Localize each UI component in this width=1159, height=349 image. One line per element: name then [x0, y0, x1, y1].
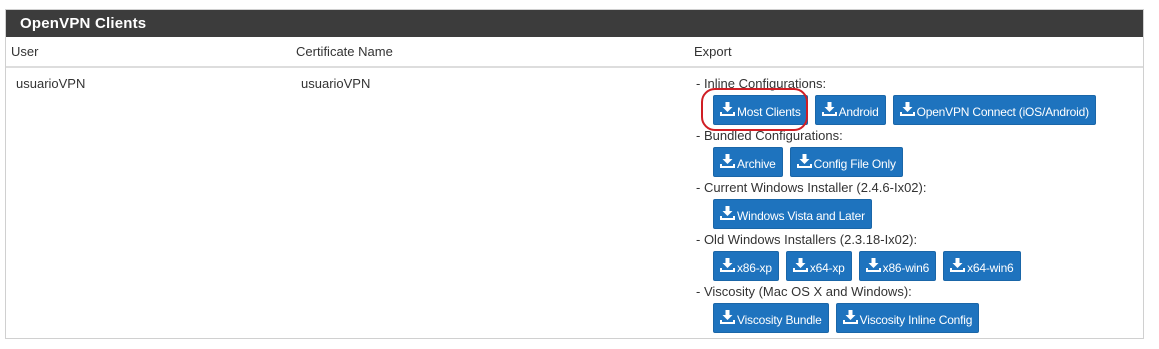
windows-vista-button[interactable]: Windows Vista and Later: [713, 199, 872, 229]
x86-win6-button[interactable]: x86-win6: [858, 251, 937, 283]
download-icon: [720, 149, 735, 179]
table-header: User Certificate Name Export: [6, 37, 1143, 68]
download-icon: [720, 201, 735, 231]
inline-config-buttons: Most Clients Android OpenVPN Connect (iOS/…: [696, 95, 1136, 129]
download-icon: [865, 253, 881, 283]
user-cell: usuarioVPN: [16, 76, 86, 91]
most-clients-button[interactable]: Most Clients: [713, 95, 808, 125]
download-icon: [720, 97, 735, 127]
old-windows-installers-buttons: x86-xp x64-xp x86-win6 x64-win6: [696, 251, 1136, 285]
viscosity-inline-config-button[interactable]: Viscosity Inline Config: [835, 303, 980, 335]
inline-config-label: - Inline Configurations:: [696, 76, 827, 91]
bundled-config-label: - Bundled Configurations:: [696, 128, 843, 143]
download-icon: [720, 305, 735, 335]
download-icon: [792, 253, 808, 283]
current-windows-installer-label: - Current Windows Installer (2.4.6-Ix02)…: [696, 180, 927, 195]
openvpn-clients-panel: OpenVPN Clients User Certificate Name Ex…: [5, 9, 1144, 339]
viscosity-bundle-button[interactable]: Viscosity Bundle: [713, 303, 829, 333]
openvpn-connect-button[interactable]: OpenVPN Connect (iOS/Android): [892, 95, 1096, 127]
x64-win6-button[interactable]: x64-win6: [943, 251, 1021, 283]
download-icon: [899, 97, 915, 127]
certificate-cell: usuarioVPN: [301, 76, 371, 91]
export-cell: - Inline Configurations: Most Clients And…: [696, 77, 1136, 337]
column-header-export: Export: [694, 44, 732, 59]
android-button[interactable]: Android: [814, 95, 886, 127]
config-file-only-button[interactable]: Config File Only: [789, 147, 903, 179]
bundled-config-buttons: Archive Config File Only: [696, 147, 1136, 181]
old-windows-installers-label: - Old Windows Installers (2.3.18-Ix02):: [696, 232, 918, 247]
download-icon: [796, 149, 812, 179]
viscosity-label: - Viscosity (Mac OS X and Windows):: [696, 284, 912, 299]
panel-title: OpenVPN Clients: [6, 10, 1143, 37]
column-header-user: User: [11, 44, 39, 59]
x64-xp-button[interactable]: x64-xp: [785, 251, 852, 283]
download-icon: [821, 97, 837, 127]
download-icon: [842, 305, 858, 335]
x86-xp-button[interactable]: x86-xp: [713, 251, 779, 281]
download-icon: [720, 253, 735, 283]
current-windows-installer-buttons: Windows Vista and Later: [696, 199, 1136, 233]
column-header-certificate: Certificate Name: [296, 44, 393, 59]
archive-button[interactable]: Archive: [713, 147, 783, 177]
viscosity-buttons: Viscosity Bundle Viscosity Inline Config: [696, 303, 1136, 337]
download-icon: [950, 253, 966, 283]
